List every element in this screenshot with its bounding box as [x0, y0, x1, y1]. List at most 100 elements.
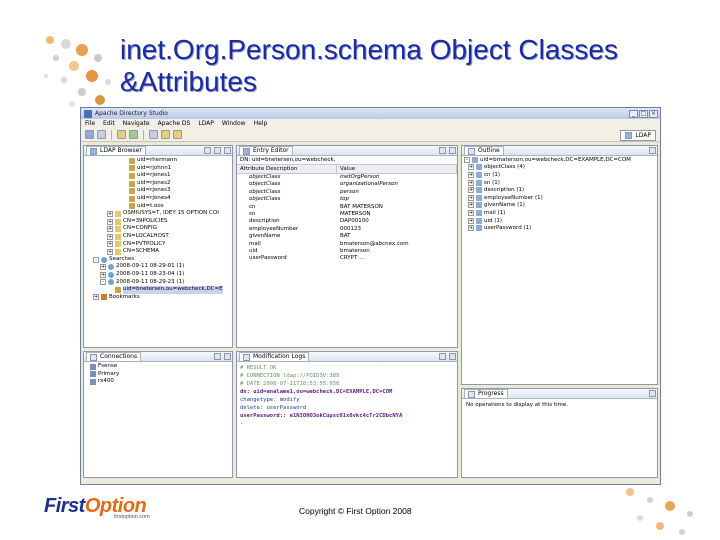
expand-icon[interactable]: + — [468, 209, 474, 216]
attribute-value[interactable]: top — [337, 196, 349, 203]
expand-icon[interactable]: + — [107, 241, 113, 248]
menu-navigate[interactable]: Navigate — [123, 120, 150, 127]
minimize-icon[interactable]: _ — [629, 109, 638, 118]
tree-item[interactable]: +2008-09-11 08-29-01 (1) — [86, 263, 230, 271]
attribute-value[interactable]: CRYPT ... — [337, 255, 364, 262]
menu-ldap[interactable]: LDAP — [198, 120, 214, 127]
table-row[interactable]: objectClass top — [237, 196, 457, 203]
attribute-value[interactable]: 000123 — [337, 226, 361, 233]
table-row[interactable]: objectClass inetOrgPerson — [237, 174, 457, 181]
menu-file[interactable]: File — [85, 120, 95, 127]
tree-item[interactable]: + CN=LOCALHOST — [86, 233, 230, 241]
minimize-view-icon[interactable] — [649, 147, 656, 154]
collapse-icon[interactable] — [204, 147, 211, 154]
tree-item[interactable]: + CN=39POLICIES — [86, 218, 230, 226]
connection-item[interactable]: Fsense — [86, 363, 230, 371]
tree-item[interactable]: uid=bnetersen,ou=webcheck,DC=E — [86, 286, 230, 294]
expand-icon[interactable]: + — [468, 179, 474, 186]
connection-item[interactable]: rx400 — [86, 378, 230, 386]
outline-item[interactable]: + userPassword (1) — [462, 224, 657, 232]
expand-icon[interactable]: + — [107, 248, 113, 255]
tree-item[interactable]: + CN=CONFIG — [86, 225, 230, 233]
minimize-view-icon[interactable] — [649, 390, 656, 397]
print-icon[interactable] — [117, 130, 126, 139]
outline-item[interactable]: + sn (1) — [462, 179, 657, 187]
expand-icon[interactable]: + — [100, 271, 106, 278]
close-icon[interactable]: × — [649, 109, 658, 118]
attribute-value[interactable]: person — [337, 189, 359, 196]
outline-item[interactable]: + employeeNumber (1) — [462, 194, 657, 202]
run-icon[interactable] — [129, 130, 138, 139]
col-value[interactable]: Value — [337, 165, 457, 173]
new-connection-icon[interactable] — [214, 353, 221, 360]
expand-icon[interactable]: + — [93, 294, 99, 301]
attribute-value[interactable]: inetOrgPerson — [337, 174, 379, 181]
expand-icon[interactable]: + — [107, 226, 113, 233]
table-row[interactable]: employeeNumber 000123 — [237, 226, 457, 233]
table-row[interactable]: objectClass organizationalPerson — [237, 181, 457, 188]
tab-outline[interactable]: Outline — [464, 146, 504, 155]
maximize-icon[interactable]: □ — [639, 109, 648, 118]
attribute-value[interactable]: bmaterson@abcnex.com — [337, 241, 409, 248]
menu-window[interactable]: Window — [222, 120, 246, 127]
minimize-view-icon[interactable] — [439, 147, 446, 154]
tab-connections[interactable]: Connections — [86, 352, 142, 361]
outline-item[interactable]: + objectClass (4) — [462, 164, 657, 172]
tree-item[interactable]: + CN=SCHEMA — [86, 248, 230, 256]
clear-icon[interactable] — [439, 353, 446, 360]
tree-item[interactable]: uid=rhermann — [86, 157, 230, 165]
table-row[interactable]: sn MATERSON — [237, 211, 457, 218]
expand-icon[interactable]: + — [107, 210, 113, 217]
expand-icon[interactable]: + — [100, 264, 106, 271]
expand-icon[interactable]: + — [107, 233, 113, 240]
tree-item[interactable]: - 2008-09-11 08-29-23 (1) — [86, 279, 230, 287]
table-row[interactable]: userPassword CRYPT ... — [237, 255, 457, 262]
tab-entry-editor[interactable]: Entry Editor — [239, 146, 293, 155]
refresh-icon[interactable] — [449, 353, 456, 360]
outline-item[interactable]: + givenName (1) — [462, 202, 657, 210]
collapse-icon[interactable]: - — [100, 279, 106, 286]
tree-item[interactable]: +2008-09-11 08-23-04 (1) — [86, 271, 230, 279]
perspective-switcher[interactable]: LDAP — [620, 130, 656, 141]
expand-icon[interactable]: + — [468, 202, 474, 209]
tab-progress[interactable]: Progress — [464, 389, 508, 398]
tree-item[interactable]: uid=rjones2 — [86, 180, 230, 188]
tree-item[interactable]: - Searches — [86, 256, 230, 264]
expand-icon[interactable]: + — [468, 164, 474, 171]
maximize-view-icon[interactable] — [449, 147, 456, 154]
outline-item[interactable]: + description (1) — [462, 186, 657, 194]
tree-item[interactable]: uid=rjones3 — [86, 187, 230, 195]
menu-help[interactable]: Help — [254, 120, 268, 127]
outline-item[interactable]: + uid (1) — [462, 217, 657, 225]
attribute-value[interactable]: organizationalPerson — [337, 181, 398, 188]
tree-item[interactable]: + CN=PVTPOLICY — [86, 241, 230, 249]
tree-item[interactable]: + Bookmarks — [86, 294, 230, 302]
connection-item[interactable]: Primary — [86, 371, 230, 379]
table-row[interactable]: givenName BAT — [237, 233, 457, 240]
attribute-value[interactable]: DAP00100 — [337, 218, 369, 225]
collapse-icon[interactable]: - — [464, 156, 470, 163]
new-icon[interactable] — [85, 130, 94, 139]
attribute-value[interactable]: BAT — [337, 233, 350, 240]
collapse-icon[interactable]: - — [93, 256, 99, 263]
outline-item[interactable]: + cn (1) — [462, 171, 657, 179]
menu-edit[interactable]: Edit — [103, 120, 115, 127]
tab-ldap-browser[interactable]: LDAP Browser — [86, 146, 146, 155]
attribute-value[interactable]: bmaterson — [337, 248, 370, 255]
tree-item[interactable]: uid=rjohnn1 — [86, 165, 230, 173]
outline-item[interactable]: + mail (1) — [462, 209, 657, 217]
expand-icon[interactable]: + — [468, 217, 474, 224]
save-icon[interactable] — [97, 130, 106, 139]
table-row[interactable]: mail bmaterson@abcnex.com — [237, 241, 457, 248]
window-titlebar[interactable]: Apache Directory Studio _ □ × — [81, 108, 660, 119]
menu-apache-ds[interactable]: Apache DS — [158, 120, 191, 127]
table-row[interactable]: cn BAT MATERSON — [237, 204, 457, 211]
tab-modification-logs[interactable]: Modification Logs — [239, 352, 310, 361]
back-icon[interactable] — [161, 130, 170, 139]
attribute-value[interactable]: MATERSON — [337, 211, 371, 218]
expand-icon[interactable]: + — [468, 171, 474, 178]
table-row[interactable]: description DAP00100 — [237, 218, 457, 225]
link-icon[interactable] — [214, 147, 221, 154]
table-row[interactable]: uid bmaterson — [237, 248, 457, 255]
tree-item[interactable]: + OSMIUSYS=T, IDEY 15 OPTION COI — [86, 210, 230, 218]
